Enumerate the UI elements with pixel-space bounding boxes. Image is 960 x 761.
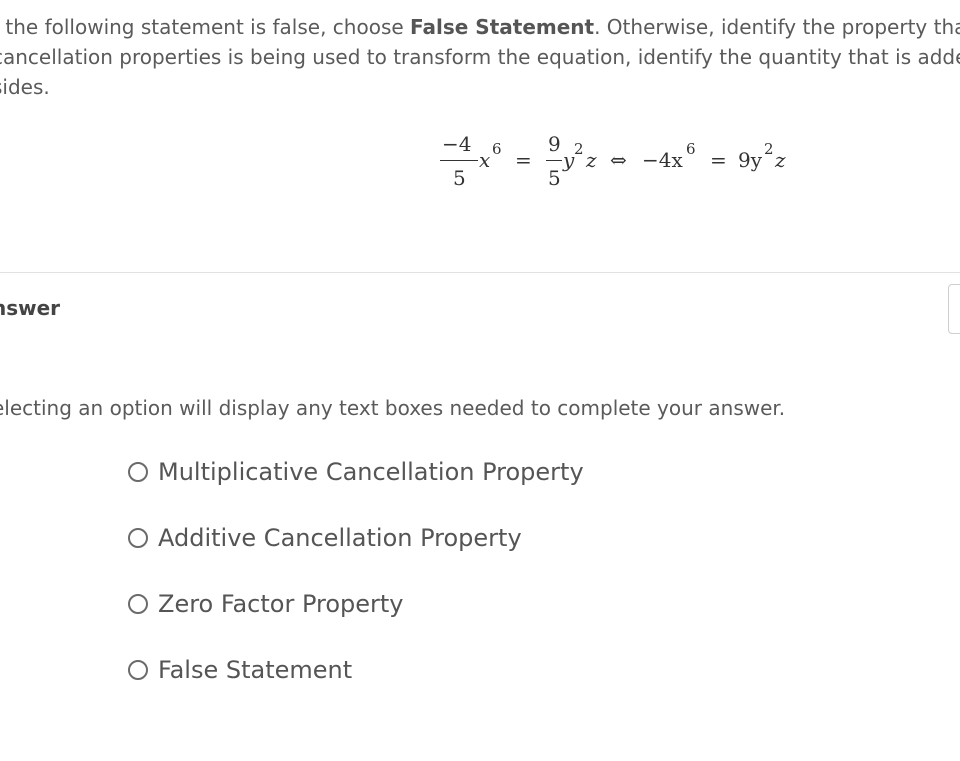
- iff-arrow: ⇔: [610, 148, 627, 172]
- option-false-statement[interactable]: False Statement: [128, 653, 584, 719]
- mid-fraction-bar: [546, 160, 562, 161]
- question-line-3: sides.: [0, 75, 50, 99]
- left-exponent: 6: [492, 140, 502, 158]
- option-label: Additive Cancellation Property: [158, 524, 522, 552]
- option-label: False Statement: [158, 656, 353, 684]
- equals-sign-1: =: [515, 148, 532, 172]
- mid-fraction-denominator: 5: [548, 166, 561, 190]
- left-fraction-denominator: 5: [453, 166, 466, 190]
- question-line-1-end: . Otherwise, identify the property that …: [594, 15, 960, 39]
- radio-button[interactable]: [128, 660, 148, 680]
- right-rhs-variable: z: [775, 148, 786, 172]
- left-fraction-numerator: −4: [442, 132, 472, 156]
- equals-sign-2: =: [710, 148, 727, 172]
- right-rhs: 9y: [738, 148, 763, 172]
- mid-variable-z: z: [586, 148, 597, 172]
- question-line-1-start: f the following statement is false, choo…: [0, 15, 411, 39]
- option-zero-factor[interactable]: Zero Factor Property: [128, 587, 584, 653]
- mid-variable-y: y: [563, 148, 575, 172]
- question-emphasis: False Statement: [410, 15, 595, 39]
- mid-fraction-numerator: 9: [548, 132, 561, 156]
- answer-box[interactable]: [948, 284, 960, 334]
- right-rhs-exponent: 2: [764, 140, 774, 158]
- question-line-2: cancellation properties is being used to…: [0, 45, 960, 69]
- question-line-1: f the following statement is false, choo…: [0, 12, 960, 42]
- answer-instruction: electing an option will display any text…: [0, 396, 786, 420]
- answer-heading: nswer: [0, 296, 61, 320]
- radio-button[interactable]: [128, 528, 148, 548]
- question-text: f the following statement is false, choo…: [0, 12, 960, 102]
- section-divider: [0, 272, 960, 273]
- option-multiplicative-cancellation[interactable]: Multiplicative Cancellation Property: [128, 455, 584, 521]
- left-variable: x: [479, 148, 491, 172]
- right-lhs: −4x: [642, 148, 683, 172]
- answer-options: Multiplicative Cancellation Property Add…: [128, 455, 584, 719]
- radio-button[interactable]: [128, 594, 148, 614]
- left-fraction-bar: [440, 160, 478, 161]
- equation: −4 5 x 6 = 9 5 y 2 z ⇔ −4x 6 = 9y 2 z: [440, 128, 800, 198]
- option-label: Multiplicative Cancellation Property: [158, 458, 584, 486]
- radio-button[interactable]: [128, 462, 148, 482]
- mid-exponent: 2: [574, 140, 584, 158]
- option-label: Zero Factor Property: [158, 590, 404, 618]
- right-lhs-exponent: 6: [686, 140, 696, 158]
- option-additive-cancellation[interactable]: Additive Cancellation Property: [128, 521, 584, 587]
